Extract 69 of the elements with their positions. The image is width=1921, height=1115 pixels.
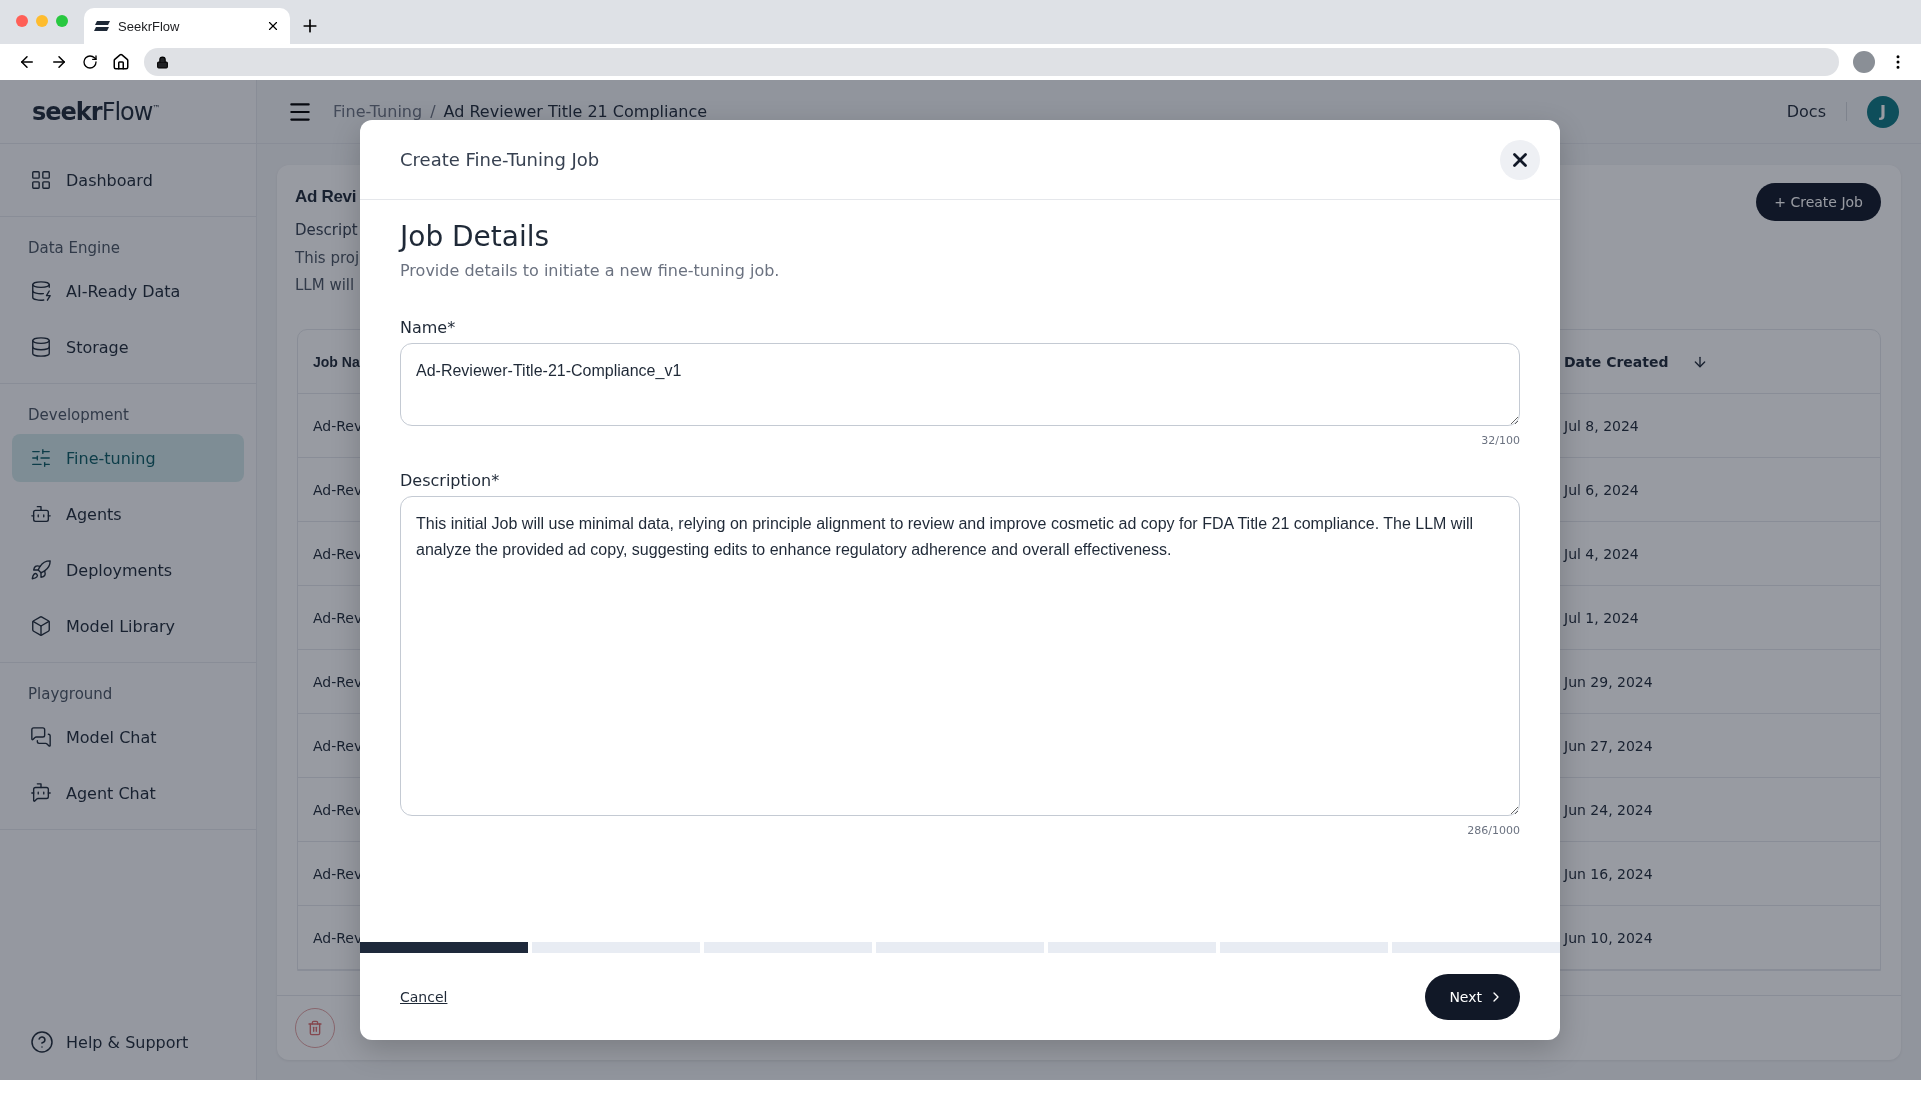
rocket-icon: [30, 559, 52, 581]
sliders-icon: [30, 447, 52, 469]
reload-icon[interactable]: [82, 54, 98, 70]
sidebar-item[interactable]: Dashboard: [12, 156, 244, 204]
back-icon[interactable]: [18, 53, 36, 71]
sidebar-item[interactable]: Agents: [12, 490, 244, 538]
grid-icon: [30, 169, 52, 191]
next-button[interactable]: Next: [1425, 973, 1520, 1020]
help-link[interactable]: Help & Support: [0, 1030, 256, 1080]
create-job-button[interactable]: + Create Job: [1756, 183, 1881, 221]
date-cell: Jun 24, 2024: [1564, 778, 1880, 842]
section-subtitle: Provide details to initiate a new fine-tuning job.: [400, 261, 781, 280]
delete-button[interactable]: [295, 1008, 335, 1048]
sidebar-item[interactable]: Model Chat: [12, 713, 244, 761]
date-cell: Jun 29, 2024: [1564, 650, 1880, 714]
robot-chat-icon: [30, 782, 52, 804]
help-icon: [30, 1030, 54, 1054]
sidebar-item[interactable]: Model Library: [12, 602, 244, 650]
section-heading: Job Details: [400, 220, 551, 253]
date-cell: Jun 27, 2024: [1564, 714, 1880, 778]
section-heading: Data Engine: [27, 238, 121, 259]
field-label: Name*: [400, 318, 457, 337]
date-cell: Jul 1, 2024: [1564, 586, 1880, 650]
character-counter: 32/100: [1481, 434, 1520, 447]
profile-icon[interactable]: [1853, 51, 1875, 73]
help-label: Help & Support: [66, 1032, 189, 1052]
lock-icon: [156, 55, 169, 69]
date-cell: Jun 16, 2024: [1564, 842, 1880, 906]
date-cell: Jul 4, 2024: [1564, 522, 1880, 586]
close-button[interactable]: [1500, 139, 1540, 180]
address-field[interactable]: [144, 48, 1839, 76]
logo: seekrFlow$^{™}$: [32, 97, 160, 126]
tab-title: SeekrFlow: [118, 18, 181, 34]
sidebar-item[interactable]: Storage: [12, 323, 244, 371]
section-heading: Playground: [27, 684, 114, 705]
sidebar-item[interactable]: AI-Ready Data: [12, 267, 244, 315]
column-header[interactable]: Date Created: [1564, 353, 1669, 370]
input-field[interactable]: Ad-Reviewer-Title-21-Compliance_v1: [400, 343, 1520, 426]
sidebar-item[interactable]: Agent Chat: [12, 769, 244, 817]
input-field[interactable]: This initial Job will use minimal data, relying on principle alignment to review and improve cosmetic ad copy for FDA Title 21 compliance. The LLM will analyze the provided ad copy, suggesting edits to enhance regulatory adherence and overall effectiveness.: [400, 496, 1520, 816]
date-cell: Jun 10, 2024: [1564, 906, 1880, 970]
date-cell: Jul 6, 2024: [1564, 458, 1880, 522]
description-label: Descript: [295, 221, 359, 239]
browser-tab[interactable]: SeekrFlow: [84, 8, 290, 44]
robot-icon: [30, 503, 52, 525]
breadcrumb[interactable]: Fine-Tuning: [333, 102, 423, 121]
project-description: This proj LLM will: [295, 248, 360, 296]
chat-bubbles-icon: [30, 726, 52, 748]
sidebar-item[interactable]: Fine-tuning: [12, 434, 244, 482]
trash-icon: [307, 1020, 323, 1036]
modal-title: Create Fine-Tuning Job: [400, 149, 600, 170]
breadcrumb: Ad Reviewer Title 21 Compliance: [443, 102, 708, 121]
forward-icon[interactable]: [50, 53, 68, 71]
close-icon[interactable]: [266, 19, 280, 33]
breadcrumb-separator: /: [430, 102, 436, 121]
sidebar-item[interactable]: Deployments: [12, 546, 244, 594]
section-heading: Development: [27, 405, 130, 426]
home-icon[interactable]: [112, 53, 130, 71]
date-cell: Jul 8, 2024: [1564, 394, 1880, 458]
field-label: Description*: [400, 471, 501, 490]
cancel-link[interactable]: Cancel: [400, 988, 448, 1005]
stripes-logo-icon: [94, 21, 110, 31]
cube-icon: [30, 615, 52, 637]
project-title: Ad Revi: [295, 187, 358, 207]
database-bolt-icon: [30, 280, 52, 302]
character-counter: 286/1000: [1467, 824, 1520, 837]
docs-link[interactable]: Docs: [1786, 102, 1847, 121]
avatar[interactable]: J: [1867, 95, 1899, 128]
database-icon: [30, 336, 52, 358]
